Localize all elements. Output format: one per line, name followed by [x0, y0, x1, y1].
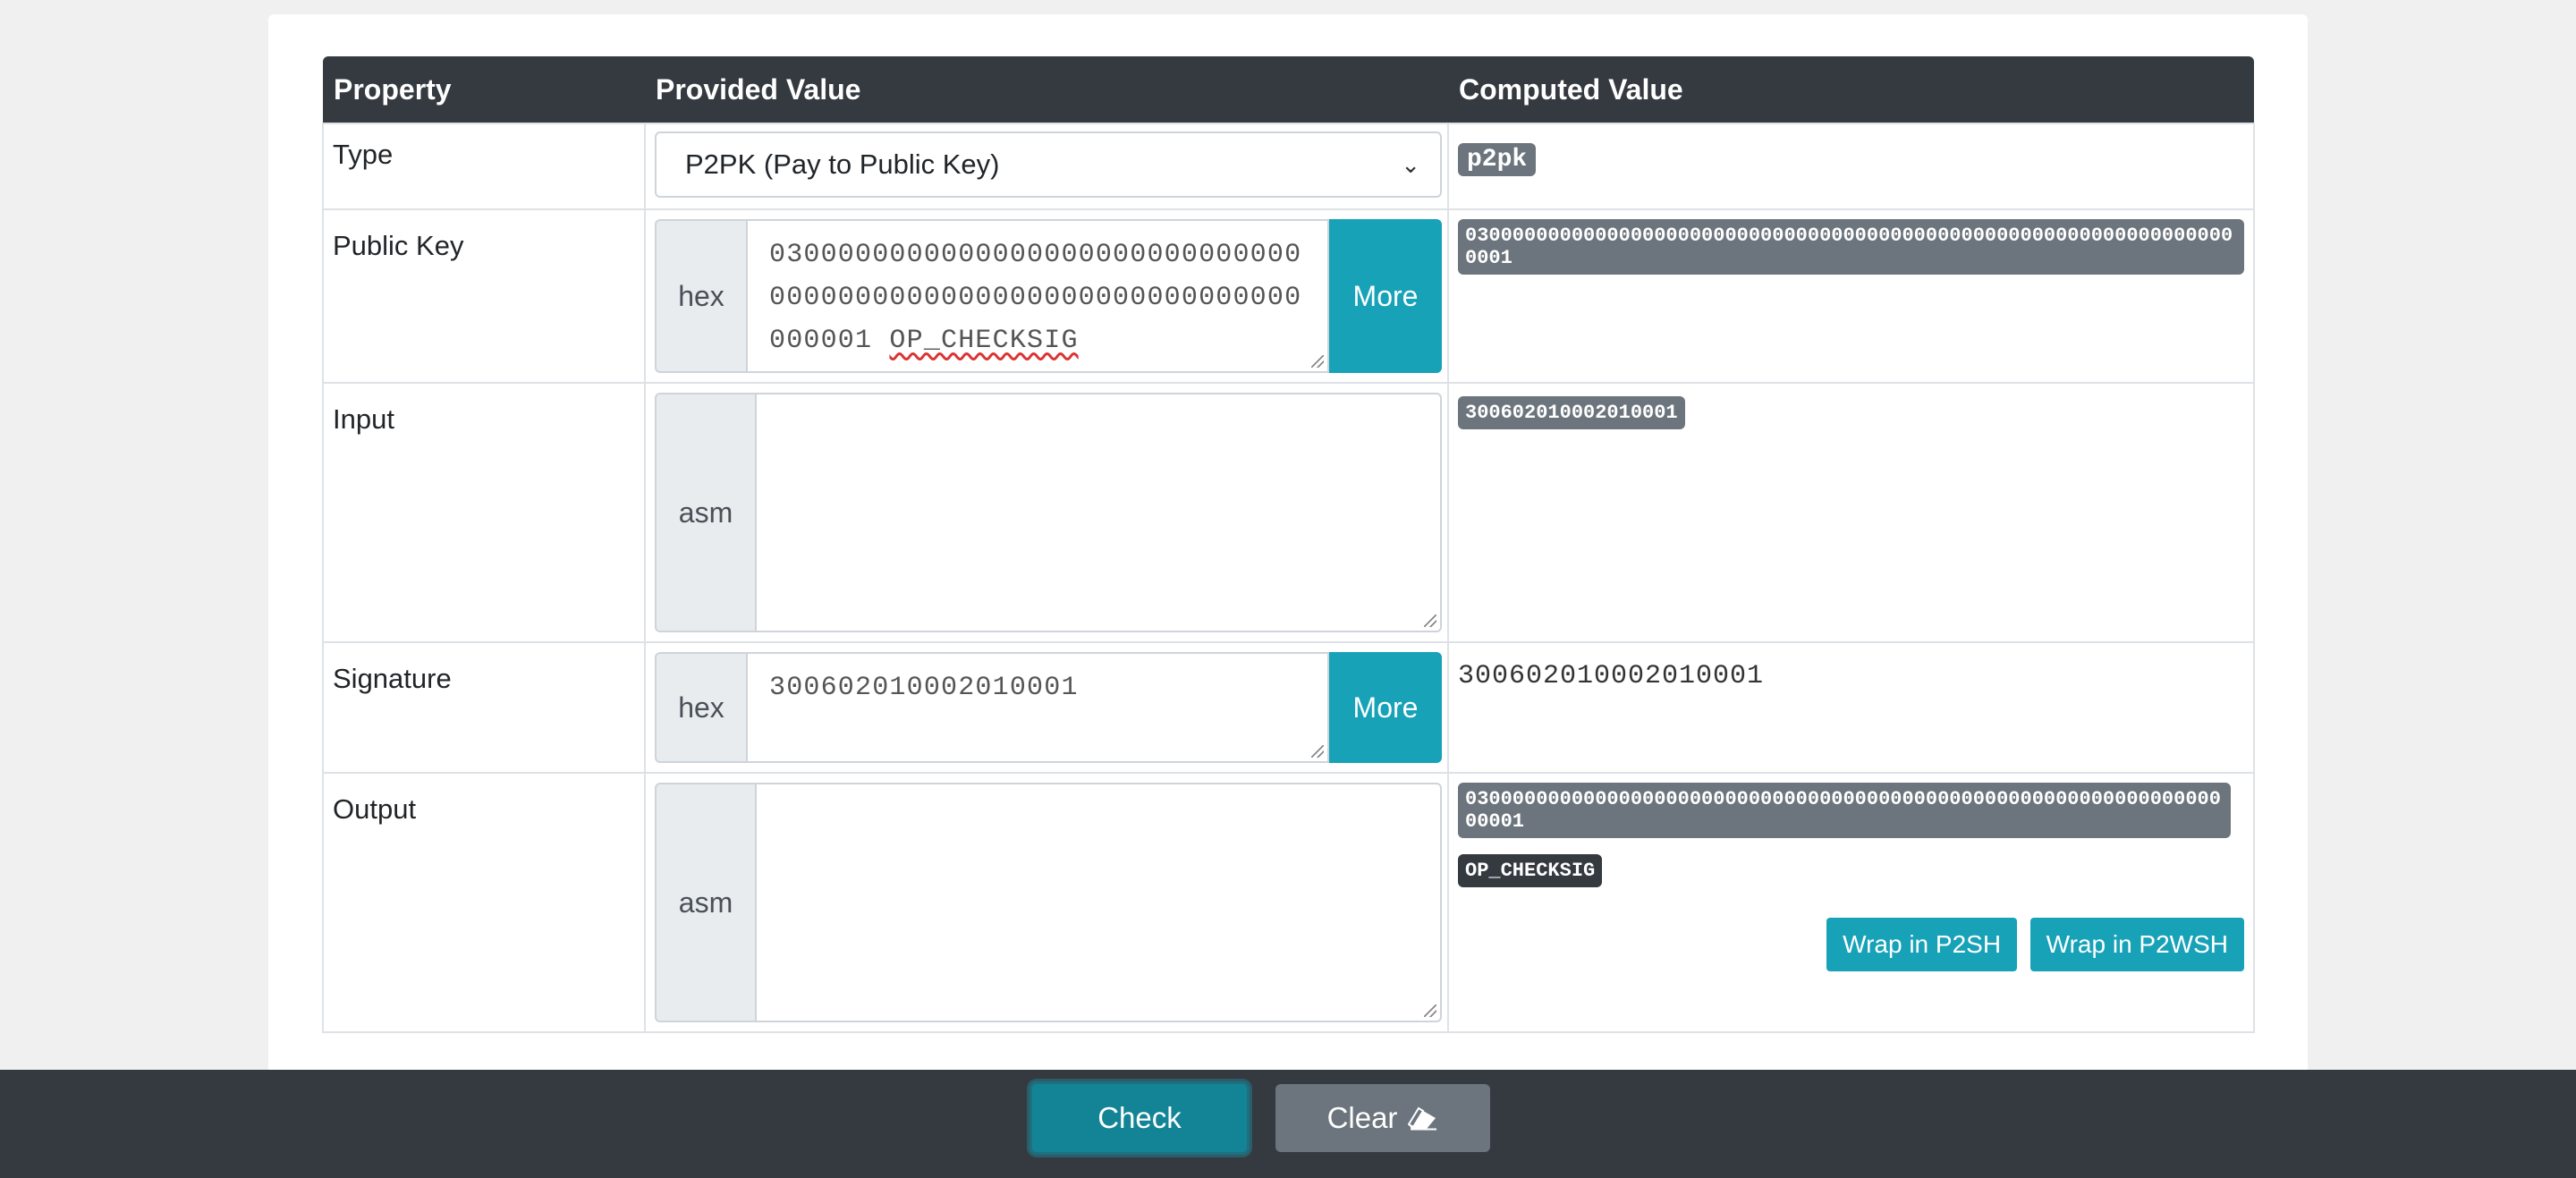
clear-button[interactable]: Clear: [1275, 1084, 1490, 1152]
type-select[interactable]: P2PK (Pay to Public Key) ⌄: [655, 131, 1442, 198]
check-button[interactable]: Check: [1030, 1081, 1250, 1155]
chevron-down-icon: ⌄: [1401, 150, 1420, 178]
signature-textarea-value: 300602010002010001: [769, 673, 1079, 703]
output-input-group: asm: [655, 783, 1442, 1022]
wrap-buttons: Wrap in P2SH Wrap in P2WSH: [1458, 918, 2244, 971]
computed-public-key-badge: 0300000000000000000000000000000000000000…: [1458, 219, 2244, 275]
input-label: Input: [322, 382, 646, 643]
signature-input-group: hex 300602010002010001 More: [655, 652, 1442, 763]
public-key-format-addon: hex: [655, 219, 746, 373]
resize-handle-icon[interactable]: [1311, 355, 1324, 368]
computed-input-badge: 300602010002010001: [1458, 396, 1685, 429]
output-label: Output: [322, 772, 646, 1033]
clear-button-label: Clear: [1326, 1101, 1398, 1134]
public-key-textarea[interactable]: 0300000000000000000000000000000000000000…: [746, 219, 1329, 373]
row-signature: Signature hex 300602010002010001 More 30…: [322, 641, 2255, 774]
header-provided-value: Provided Value: [645, 56, 1448, 123]
property-table: Property Provided Value Computed Value T…: [322, 56, 2255, 1033]
computed-type-badge: p2pk: [1458, 143, 1537, 176]
header-property: Property: [323, 56, 645, 123]
wrap-p2wsh-button[interactable]: Wrap in P2WSH: [2029, 918, 2244, 971]
row-output: Output asm 03000000000000000000000000000…: [322, 772, 2255, 1033]
row-type: Type P2PK (Pay to Public Key) ⌄ p2pk: [322, 123, 2255, 210]
public-key-op-text: OP_CHECKSIG: [889, 326, 1079, 356]
signature-label: Signature: [322, 641, 646, 774]
computed-output-op-badge: OP_CHECKSIG: [1458, 854, 1603, 887]
input-textarea[interactable]: [755, 393, 1442, 632]
resize-handle-icon[interactable]: [1424, 1004, 1436, 1017]
signature-format-addon: hex: [655, 652, 746, 763]
header-computed-value: Computed Value: [1448, 56, 2254, 123]
row-input: Input asm 300602010002010001: [322, 382, 2255, 643]
computed-output-badge: 0300000000000000000000000000000000000000…: [1458, 783, 2231, 838]
computed-signature-text: 300602010002010001: [1458, 661, 1765, 691]
resize-handle-icon[interactable]: [1424, 614, 1436, 627]
public-key-label: Public Key: [322, 208, 646, 384]
input-input-group: asm: [655, 393, 1442, 632]
signature-more-button[interactable]: More: [1329, 652, 1442, 763]
signature-textarea[interactable]: 300602010002010001: [746, 652, 1329, 763]
output-format-addon: asm: [655, 783, 755, 1022]
row-public-key: Public Key hex 0300000000000000000000000…: [322, 208, 2255, 384]
public-key-input-group: hex 030000000000000000000000000000000000…: [655, 219, 1442, 373]
table-header-row: Property Provided Value Computed Value: [323, 56, 2254, 123]
eraser-icon: [1408, 1106, 1437, 1131]
wrap-p2sh-button[interactable]: Wrap in P2SH: [1826, 918, 2018, 971]
output-textarea[interactable]: [755, 783, 1442, 1022]
type-select-value: P2PK (Pay to Public Key): [685, 148, 1000, 180]
public-key-more-button[interactable]: More: [1329, 219, 1442, 373]
resize-handle-icon[interactable]: [1311, 745, 1324, 758]
input-format-addon: asm: [655, 393, 755, 632]
type-label: Type: [322, 123, 646, 210]
